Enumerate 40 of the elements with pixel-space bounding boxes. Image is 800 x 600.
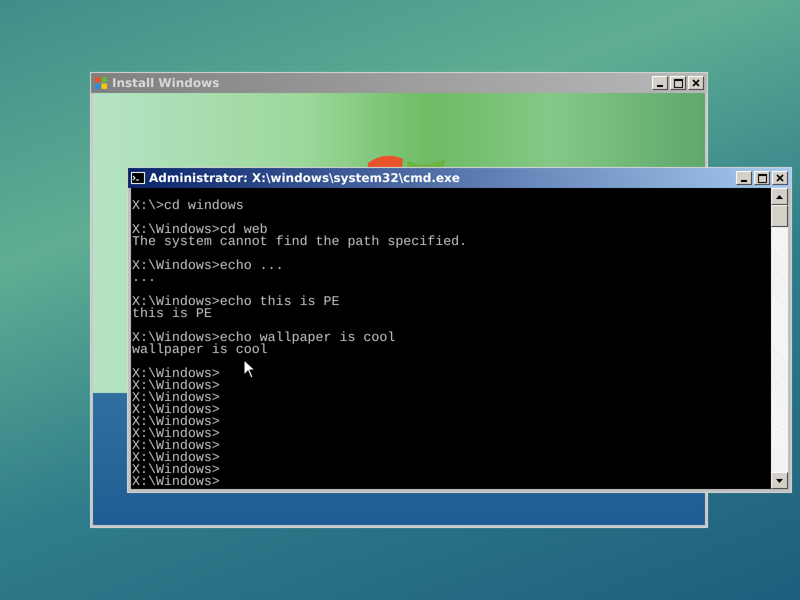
close-icon	[692, 79, 700, 87]
maximize-button[interactable]	[754, 171, 770, 185]
maximize-icon	[758, 174, 766, 182]
close-button[interactable]	[688, 76, 704, 90]
console-line: X:\Windows>echo this is PE	[132, 296, 340, 308]
console-line: The system cannot find the path specified.	[132, 236, 468, 248]
window-title: Administrator: X:\windows\system32\cmd.exe	[149, 171, 461, 185]
console-line: X:\Windows>	[132, 476, 220, 488]
close-button[interactable]	[772, 171, 788, 185]
windows-flag-icon	[94, 76, 108, 90]
scroll-up-button[interactable]	[771, 188, 788, 205]
console-line: X:\Windows>	[132, 464, 220, 476]
console-line: wallpaper is cool	[132, 344, 268, 356]
console-line: X:\Windows>	[132, 428, 220, 440]
up-arrow-icon	[776, 194, 783, 198]
scroll-down-button[interactable]	[771, 472, 788, 489]
console-line: X:\>cd windows	[132, 200, 244, 212]
console-line: this is PE	[132, 308, 212, 320]
vertical-scrollbar[interactable]	[771, 188, 788, 489]
console-line: X:\Windows>	[132, 452, 220, 464]
console-line: ...	[132, 272, 156, 284]
console-line: X:\Windows>echo wallpaper is cool	[132, 332, 396, 344]
console-line: X:\Windows>echo ...	[132, 260, 284, 272]
console-icon	[131, 172, 145, 184]
console-line: X:\Windows>	[132, 404, 220, 416]
console-line: X:\Windows>	[132, 440, 220, 452]
console-line: X:\Windows>cd web	[132, 224, 268, 236]
console-line: X:\Windows>	[132, 368, 220, 380]
close-icon	[776, 174, 784, 182]
window-title: Install Windows	[112, 76, 220, 90]
console-line: X:\Windows>	[132, 392, 220, 404]
console-line: X:\Windows>	[132, 380, 220, 392]
maximize-button[interactable]	[670, 76, 686, 90]
minimize-button[interactable]	[736, 171, 752, 185]
minimize-button[interactable]	[652, 76, 668, 90]
maximize-icon	[674, 78, 682, 88]
scroll-thumb[interactable]	[771, 205, 788, 227]
down-arrow-icon	[776, 478, 783, 482]
mouse-pointer-icon	[243, 359, 256, 379]
console-line: X:\Windows>	[132, 416, 220, 428]
